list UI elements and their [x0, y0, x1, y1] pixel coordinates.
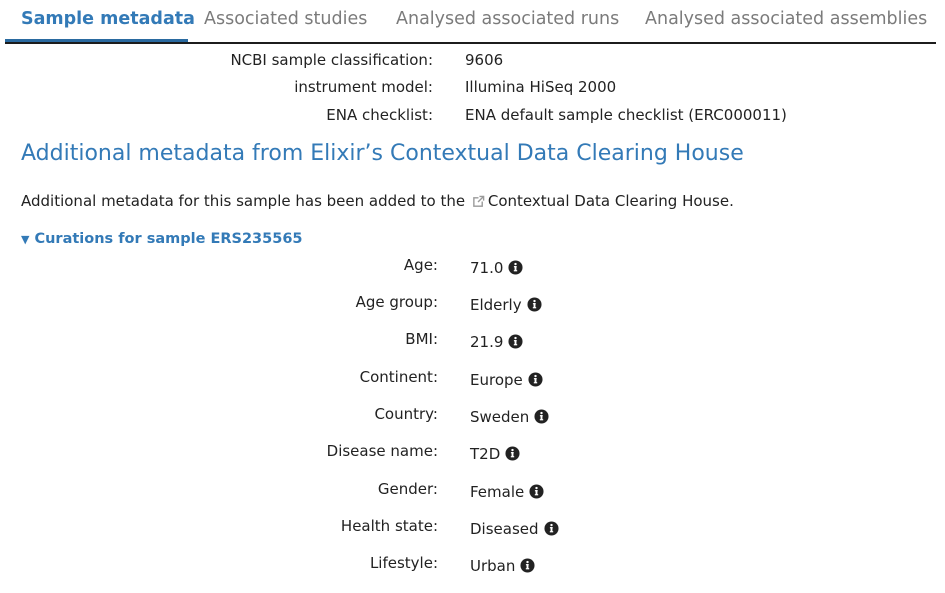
curation-label: Disease name:	[326, 442, 438, 460]
info-circle-icon[interactable]	[527, 297, 542, 316]
curation-value: Europe	[470, 371, 543, 391]
curation-row: Age group: Elderly	[0, 293, 945, 323]
metadata-row: NCBI sample classification: 9606	[0, 51, 945, 75]
curation-row: Age: 71.0	[0, 256, 945, 286]
curation-row: Health state: Diseased	[0, 517, 945, 547]
tab-analysed-associated-assemblies[interactable]: Analysed associated assemblies	[645, 0, 927, 42]
info-circle-icon[interactable]	[508, 260, 523, 279]
curation-value: 71.0	[470, 259, 523, 279]
curation-label: BMI:	[405, 330, 438, 348]
curation-value: Diseased	[470, 520, 559, 540]
info-circle-icon[interactable]	[508, 334, 523, 353]
curation-label: Gender:	[377, 480, 438, 498]
curation-label: Health state:	[340, 517, 438, 535]
curation-row: Lifestyle: Urban	[0, 554, 945, 584]
curation-value: Sweden	[470, 408, 549, 428]
tab-analysed-associated-runs[interactable]: Analysed associated runs	[396, 0, 619, 42]
external-link-icon[interactable]	[472, 194, 485, 212]
metadata-label: ENA checklist:	[326, 106, 433, 124]
description-text: Additional metadata for this sample has …	[21, 192, 466, 210]
curation-value: T2D	[470, 445, 520, 465]
curation-label: Age group:	[355, 293, 438, 311]
curation-value-text: Europe	[470, 371, 523, 389]
curation-value-text: Urban	[470, 557, 516, 575]
curation-value: 21.9	[470, 333, 523, 353]
curation-value-text: 21.9	[470, 333, 504, 351]
tab-associated-studies[interactable]: Associated studies	[204, 0, 367, 42]
curation-row: Continent: Europe	[0, 368, 945, 398]
curation-value-text: Diseased	[470, 520, 539, 538]
metadata-row: instrument model: Illumina HiSeq 2000	[0, 78, 945, 102]
curation-label: Continent:	[359, 368, 438, 386]
section-title: Additional metadata from Elixir’s Contex…	[21, 141, 744, 166]
curation-row: Gender: Female	[0, 480, 945, 510]
metadata-value: ENA default sample checklist (ERC000011)	[465, 106, 787, 124]
metadata-label: NCBI sample classification:	[230, 51, 433, 69]
curation-value-text: T2D	[470, 445, 501, 463]
tab-bar: Sample metadata Associated studies Analy…	[5, 0, 936, 44]
curation-value: Urban	[470, 557, 535, 577]
info-circle-icon[interactable]	[544, 521, 559, 540]
curation-value-text: 71.0	[470, 259, 504, 277]
curation-value: Female	[470, 483, 544, 503]
section-description: Additional metadata for this sample has …	[21, 192, 734, 212]
info-circle-icon[interactable]	[529, 484, 544, 503]
triangle-down-icon: ▼	[21, 233, 30, 246]
metadata-label: instrument model:	[294, 78, 433, 96]
curation-label: Age:	[403, 256, 438, 274]
metadata-value: Illumina HiSeq 2000	[465, 78, 617, 96]
curations-summary-label: Curations for sample ERS235565	[34, 231, 303, 247]
info-circle-icon[interactable]	[505, 446, 520, 465]
curation-label: Lifestyle:	[369, 554, 438, 572]
curation-label: Country:	[374, 405, 438, 423]
curation-row: Disease name: T2D	[0, 442, 945, 472]
curation-value-text: Female	[470, 483, 525, 501]
curation-row: BMI: 21.9	[0, 330, 945, 360]
curation-row: Country: Sweden	[0, 405, 945, 435]
metadata-value: 9606	[465, 51, 504, 69]
curation-value-text: Elderly	[470, 296, 522, 314]
info-circle-icon[interactable]	[528, 372, 543, 391]
tab-sample-metadata[interactable]: Sample metadata	[5, 0, 195, 42]
metadata-row: ENA checklist: ENA default sample checkl…	[0, 106, 945, 130]
clearing-house-link[interactable]: Contextual Data Clearing House.	[488, 192, 734, 210]
curation-value: Elderly	[470, 296, 542, 316]
curations-summary[interactable]: ▼ Curations for sample ERS235565	[21, 231, 303, 247]
info-circle-icon[interactable]	[534, 409, 549, 428]
curation-value-text: Sweden	[470, 408, 530, 426]
info-circle-icon[interactable]	[520, 558, 535, 577]
